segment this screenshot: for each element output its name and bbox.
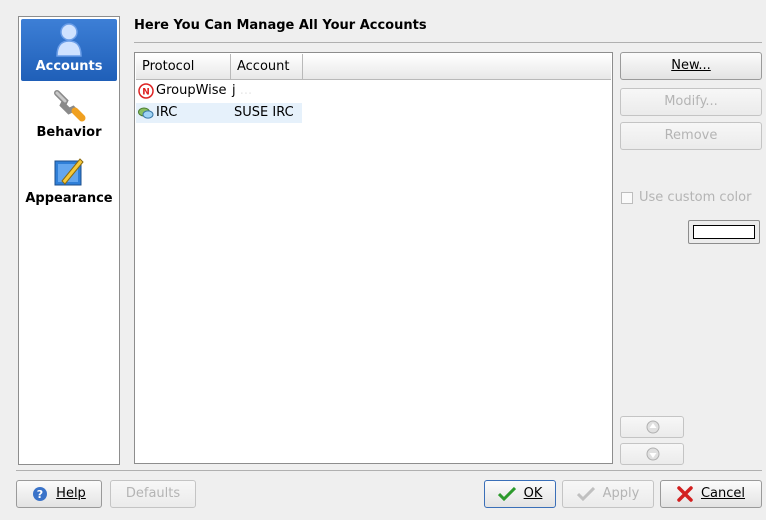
arrow-down-icon xyxy=(646,447,660,461)
color-picker-button[interactable] xyxy=(688,220,760,244)
sidebar-item-accounts[interactable]: Accounts xyxy=(21,19,117,81)
sidebar-item-label: Accounts xyxy=(35,59,103,74)
checkbox-icon xyxy=(621,191,633,204)
sidebar-item-appearance[interactable]: Appearance xyxy=(21,155,117,215)
table-row[interactable]: IRC SUSE IRC xyxy=(136,103,302,123)
divider xyxy=(16,470,762,471)
sidebar: Accounts Behavior Appearance xyxy=(18,16,120,465)
account-name: j xyxy=(232,83,236,98)
account-name-faded: ... xyxy=(239,83,253,98)
new-button[interactable]: New... xyxy=(620,52,762,80)
help-icon: ? xyxy=(33,486,48,501)
column-header-account[interactable]: Account xyxy=(231,54,303,80)
protocol-name: GroupWise xyxy=(156,83,227,98)
sidebar-item-label: Appearance xyxy=(25,191,113,206)
sidebar-item-behavior[interactable]: Behavior xyxy=(21,87,117,147)
modify-button[interactable]: Modify... xyxy=(620,88,762,116)
move-down-button[interactable] xyxy=(620,443,684,465)
user-icon xyxy=(56,23,82,57)
arrow-up-icon xyxy=(646,420,660,434)
custom-color-label: Use custom color xyxy=(639,190,752,205)
custom-color-checkbox[interactable]: Use custom color xyxy=(621,190,751,205)
move-up-button[interactable] xyxy=(620,416,684,438)
apply-button[interactable]: Apply xyxy=(562,480,654,508)
accounts-list[interactable]: Protocol Account N GroupWise j ... IRC S… xyxy=(134,52,613,464)
list-header: Protocol Account xyxy=(136,54,611,80)
help-button[interactable]: ? Help xyxy=(16,480,102,508)
divider xyxy=(134,42,762,43)
irc-icon xyxy=(138,107,154,119)
ok-button[interactable]: OK xyxy=(484,480,556,508)
table-row[interactable]: N GroupWise j ... xyxy=(136,81,606,101)
defaults-button[interactable]: Defaults xyxy=(110,480,196,508)
close-icon xyxy=(677,485,693,502)
column-header-protocol[interactable]: Protocol xyxy=(136,54,231,80)
checkmark-icon xyxy=(497,486,516,501)
page-title: Here You Can Manage All Your Accounts xyxy=(134,18,427,33)
svg-text:?: ? xyxy=(37,488,43,501)
account-name: SUSE IRC xyxy=(234,105,294,120)
cancel-button[interactable]: Cancel xyxy=(660,480,762,508)
protocol-name: IRC xyxy=(156,105,178,120)
svg-text:N: N xyxy=(142,87,150,97)
sidebar-item-label: Behavior xyxy=(36,125,102,140)
checkmark-icon xyxy=(576,486,595,501)
remove-button[interactable]: Remove xyxy=(620,122,762,150)
wrench-icon xyxy=(54,90,86,122)
paint-icon xyxy=(54,158,84,186)
groupwise-icon: N xyxy=(138,82,154,99)
